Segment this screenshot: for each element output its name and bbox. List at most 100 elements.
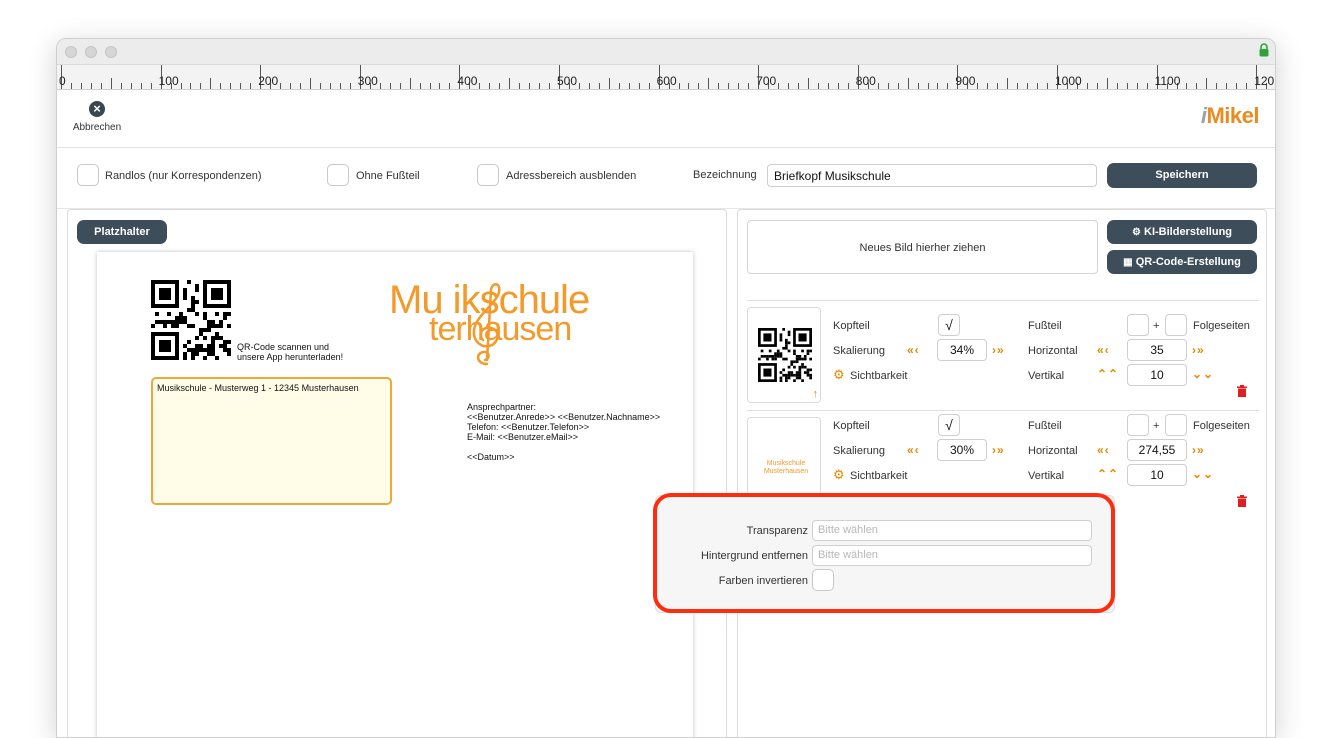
contact-line: Ansprechpartner: (467, 402, 537, 412)
ruler-tick (1196, 83, 1198, 89)
trash-icon[interactable] (1237, 385, 1247, 397)
gear-icon[interactable]: ⚙ (833, 367, 845, 383)
zoom-window-button[interactable] (105, 46, 117, 58)
scale-input[interactable]: 30% (937, 439, 987, 461)
ruler-tick (439, 83, 441, 89)
ruler-tick (1246, 83, 1248, 89)
qr-thumbnail-image (758, 328, 812, 382)
ruler-tick (389, 83, 391, 89)
bezeichnung-input[interactable]: Briefkopf Musikschule (767, 164, 1097, 187)
arrow-up-icon[interactable]: ↑ (813, 388, 819, 400)
highlight-frame (653, 493, 1115, 613)
image-thumbnail[interactable]: ↑ (747, 307, 821, 403)
folgeseiten-label: Folgeseiten (1193, 420, 1250, 432)
ruler-tick (1136, 83, 1138, 89)
ruler-tick (1027, 83, 1029, 89)
horizontal-decrease-icon[interactable]: «‹ (1097, 343, 1110, 357)
ruler-tick (1146, 83, 1148, 89)
horizontal-decrease-icon[interactable]: «‹ (1097, 443, 1110, 457)
scale-increase-icon[interactable]: ›» (992, 343, 1005, 357)
folgeseiten-checkbox[interactable] (1165, 314, 1187, 336)
logo-thumbnail-text: Musikschule Musterhausen (763, 460, 809, 475)
skalierung-label: Skalierung (833, 345, 885, 357)
ruler-tick (1096, 83, 1098, 89)
ruler-tick (638, 83, 640, 89)
randlos-checkbox[interactable] (77, 164, 99, 186)
ruler-tick (150, 83, 152, 89)
ohne-fussteil-checkbox[interactable] (327, 164, 349, 186)
qr-caption-line2: unsere App herunterladen! (237, 352, 344, 362)
ruler-label: 0 (59, 74, 66, 88)
ruler-tick (409, 78, 411, 89)
gear-icon[interactable]: ⚙ (833, 467, 845, 483)
qr-code-button[interactable]: ▦ QR-Code-Erstellung (1107, 250, 1257, 274)
qr-code-image[interactable] (151, 280, 231, 360)
ruler-tick (220, 83, 222, 89)
save-button[interactable]: Speichern (1107, 163, 1257, 188)
kopfteil-checkbox[interactable]: √ (938, 314, 960, 336)
vertical-up-icon[interactable]: ⌃⌃ (1097, 467, 1119, 481)
image-dropzone[interactable]: Neues Bild hierher ziehen (747, 220, 1098, 274)
vertical-down-icon[interactable]: ⌄⌄ (1192, 467, 1214, 481)
vertikal-label: Vertikal (1028, 370, 1065, 382)
horizontal-increase-icon[interactable]: ›» (1192, 443, 1205, 457)
imikel-logo: iMikel (1200, 103, 1260, 128)
cancel-button[interactable]: × Abbrechen (71, 101, 123, 133)
ruler-tick (300, 83, 302, 89)
placeholder-button[interactable]: Platzhalter (77, 220, 167, 244)
ruler-tick (190, 83, 192, 89)
ruler-tick (339, 83, 341, 89)
trash-icon[interactable] (1237, 495, 1247, 507)
ruler-tick (80, 83, 82, 89)
contact-line: E-Mail: <<Benutzer.eMail>> (467, 432, 579, 442)
vertical-down-icon[interactable]: ⌄⌄ (1192, 367, 1214, 381)
ruler-tick (827, 83, 829, 89)
ruler-tick (1086, 83, 1088, 89)
address-field[interactable]: Musikschule - Musterweg 1 - 12345 Muster… (151, 377, 392, 505)
contact-line: Telefon: <<Benutzer.Telefon>> (467, 422, 590, 432)
randlos-label: Randlos (nur Korrespondenzen) (105, 170, 262, 182)
vertical-input[interactable]: 10 (1127, 464, 1187, 486)
scale-decrease-icon[interactable]: «‹ (907, 343, 920, 357)
ruler-tick (210, 78, 212, 89)
ruler-tick (290, 83, 292, 89)
vertical-up-icon[interactable]: ⌃⌃ (1097, 367, 1119, 381)
ruler-tick (1017, 83, 1019, 89)
kopfteil-checkbox[interactable]: √ (938, 414, 960, 436)
ki-image-button[interactable]: ⚙ KI-Bilderstellung (1107, 220, 1257, 244)
horizontal-input[interactable]: 35 (1127, 339, 1187, 361)
vertical-input[interactable]: 10 (1127, 364, 1187, 386)
ruler-tick (429, 83, 431, 89)
ruler-tick (917, 83, 919, 89)
fussteil-checkbox[interactable] (1127, 314, 1149, 336)
cancel-label: Abbrechen (72, 122, 122, 133)
horizontal-input[interactable]: 274,55 (1127, 439, 1187, 461)
plus-label: + (1153, 320, 1160, 332)
ruler-tick (1186, 83, 1188, 89)
scale-input[interactable]: 34% (937, 339, 987, 361)
ruler-tick (310, 78, 311, 89)
titlebar (57, 39, 1275, 65)
contact-block: Ansprechpartner: <<Benutzer.Anrede>> <<B… (467, 402, 660, 462)
scale-decrease-icon[interactable]: «‹ (907, 443, 920, 457)
ruler-label: 700 (756, 74, 777, 88)
close-window-button[interactable] (65, 46, 77, 58)
ruler-tick (698, 83, 700, 89)
horizontal-increase-icon[interactable]: ›» (1192, 343, 1205, 357)
ruler-tick (140, 83, 142, 89)
ruler-tick (817, 83, 819, 89)
ruler-tick (738, 83, 740, 89)
scale-increase-icon[interactable]: ›» (992, 443, 1005, 457)
minimize-window-button[interactable] (85, 46, 97, 58)
folgeseiten-checkbox[interactable] (1165, 414, 1187, 436)
horizontal-label: Horizontal (1028, 445, 1078, 457)
fussteil-checkbox[interactable] (1127, 414, 1149, 436)
ruler-tick (90, 83, 92, 89)
images-panel: Neues Bild hierher ziehen ⚙ KI-Bilderste… (737, 209, 1267, 737)
ruler-tick (1216, 83, 1218, 89)
adressbereich-checkbox[interactable] (477, 164, 499, 186)
ruler-tick (1226, 83, 1228, 89)
ruler-tick (549, 83, 551, 89)
ruler-tick (349, 83, 351, 89)
ruler-tick (608, 78, 610, 89)
